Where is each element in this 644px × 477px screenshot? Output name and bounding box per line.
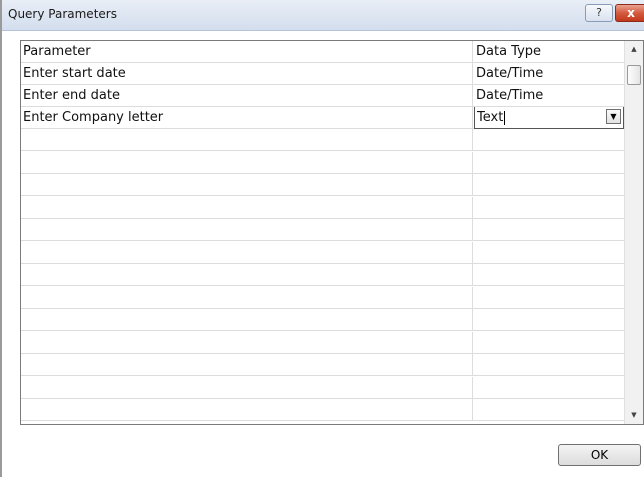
parameter-cell[interactable] [21, 241, 473, 264]
data-type-cell[interactable] [474, 309, 624, 331]
empty-table-row[interactable] [21, 219, 624, 241]
empty-table-row[interactable] [21, 174, 624, 196]
data-type-cell[interactable] [474, 264, 624, 286]
empty-table-row[interactable] [21, 331, 624, 354]
parameter-cell[interactable] [21, 376, 473, 399]
data-type-cell[interactable] [474, 377, 624, 399]
data-type-cell[interactable] [474, 354, 624, 376]
parameter-cell[interactable] [21, 196, 473, 219]
scrollbar-thumb[interactable] [627, 65, 641, 85]
data-type-cell[interactable] [474, 242, 624, 264]
data-type-cell[interactable] [474, 399, 624, 421]
parameter-cell[interactable] [21, 286, 473, 309]
data-type-cell[interactable] [474, 197, 624, 219]
data-type-cell[interactable] [474, 219, 624, 241]
data-type-cell[interactable] [474, 174, 624, 196]
table-row[interactable]: Enter start date Date/Time [21, 63, 624, 85]
data-type-cell[interactable]: Date/Time [474, 85, 624, 107]
parameters-grid: Parameter Data Type Enter start date Dat… [20, 40, 644, 425]
empty-table-row[interactable] [21, 264, 624, 286]
grid-body: Parameter Data Type Enter start date Dat… [21, 41, 624, 424]
data-type-cell[interactable] [474, 332, 624, 354]
close-button[interactable]: x [615, 4, 644, 22]
parameter-cell[interactable]: Enter start date [21, 63, 473, 85]
parameter-cell[interactable] [21, 331, 473, 354]
data-type-cell[interactable] [474, 287, 624, 309]
parameter-cell[interactable]: Enter end date [21, 85, 473, 107]
vertical-scrollbar[interactable]: ▲ ▼ [624, 41, 643, 424]
parameter-cell[interactable] [21, 354, 473, 376]
header-parameter: Parameter [21, 41, 473, 63]
table-row[interactable]: Enter end date Date/Time [21, 85, 624, 107]
query-parameters-dialog: Query Parameters ? x Parameter Data Type… [0, 0, 644, 477]
parameter-cell[interactable] [21, 264, 473, 286]
empty-table-row[interactable] [21, 376, 624, 399]
empty-table-row[interactable] [21, 399, 624, 421]
data-type-cell[interactable] [474, 152, 624, 174]
empty-table-row[interactable] [21, 286, 624, 309]
title-bar[interactable]: Query Parameters ? x [2, 0, 644, 31]
header-row: Parameter Data Type [21, 41, 624, 63]
empty-table-row[interactable] [21, 129, 624, 151]
table-row[interactable]: Enter Company letter Text ▼ [21, 107, 624, 129]
data-type-combobox[interactable]: Text ▼ [474, 107, 624, 129]
parameter-cell[interactable] [21, 219, 473, 241]
header-data-type: Data Type [476, 44, 542, 59]
chevron-down-icon[interactable]: ▼ [606, 109, 621, 124]
empty-table-row[interactable] [21, 151, 624, 174]
ok-button[interactable]: OK [558, 444, 641, 466]
parameter-cell[interactable] [21, 151, 473, 174]
empty-table-row[interactable] [21, 309, 624, 331]
empty-table-row[interactable] [21, 354, 624, 376]
parameter-cell[interactable] [21, 174, 473, 196]
data-type-cell[interactable]: Date/Time [474, 63, 624, 85]
scroll-down-arrow-icon[interactable]: ▼ [625, 407, 643, 424]
parameter-cell[interactable] [21, 399, 473, 421]
parameter-cell[interactable] [21, 129, 473, 151]
data-type-value: Text [477, 110, 504, 125]
dialog-title: Query Parameters [8, 7, 117, 21]
text-caret [504, 110, 506, 125]
parameter-cell[interactable] [21, 309, 473, 331]
empty-table-row[interactable] [21, 196, 624, 219]
scroll-up-arrow-icon[interactable]: ▲ [625, 41, 643, 58]
empty-table-row[interactable] [21, 241, 624, 264]
help-button[interactable]: ? [585, 4, 613, 22]
parameter-cell[interactable]: Enter Company letter [21, 107, 473, 129]
data-type-cell[interactable] [474, 129, 624, 151]
